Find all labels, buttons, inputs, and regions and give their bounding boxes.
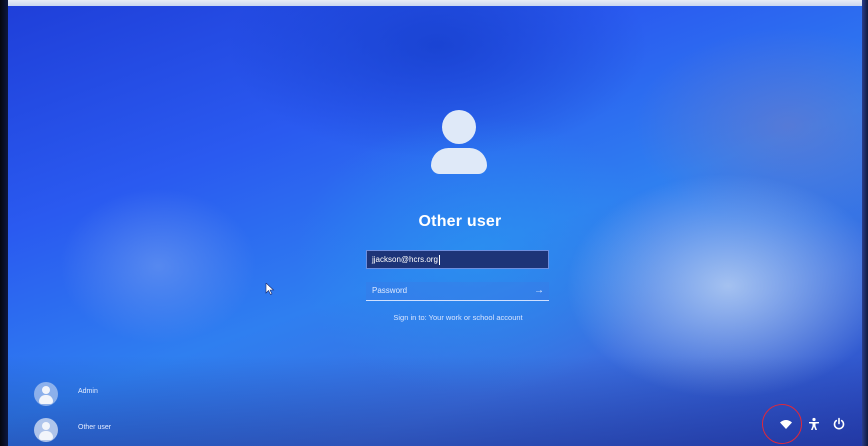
password-input[interactable]: Password [366, 282, 549, 301]
monitor-bezel-top [0, 0, 868, 6]
mouse-pointer-icon [265, 283, 275, 295]
accessibility-icon[interactable] [807, 417, 821, 431]
wifi-icon[interactable] [779, 417, 793, 431]
avatar-body [431, 148, 487, 174]
user-avatar-icon [34, 418, 58, 442]
user-list-item-admin[interactable]: Admin [34, 382, 174, 406]
user-list-item-label: Other user [78, 424, 112, 431]
password-placeholder: Password [372, 286, 408, 295]
avatar-head [442, 110, 476, 144]
user-list-item-label: Admin [78, 388, 98, 395]
username-value: jjackson@hcrs.org [372, 255, 438, 264]
monitor-bezel-right [862, 0, 868, 446]
sign-in-target-link[interactable]: Sign in to: Your work or school account [330, 313, 586, 322]
text-caret [438, 254, 440, 265]
username-input[interactable]: jjackson@hcrs.org [366, 250, 549, 269]
arrow-right-icon[interactable]: → [532, 282, 546, 300]
user-avatar-icon [34, 382, 58, 406]
selected-user-name: Other user [418, 213, 502, 230]
lock-screen: Other user jjackson@hcrs.org Password → … [0, 0, 868, 446]
monitor-bezel-left [0, 0, 8, 446]
user-list-item-other-user[interactable]: Other user [34, 418, 174, 442]
power-icon[interactable] [832, 417, 846, 431]
user-avatar-icon [398, 100, 522, 212]
